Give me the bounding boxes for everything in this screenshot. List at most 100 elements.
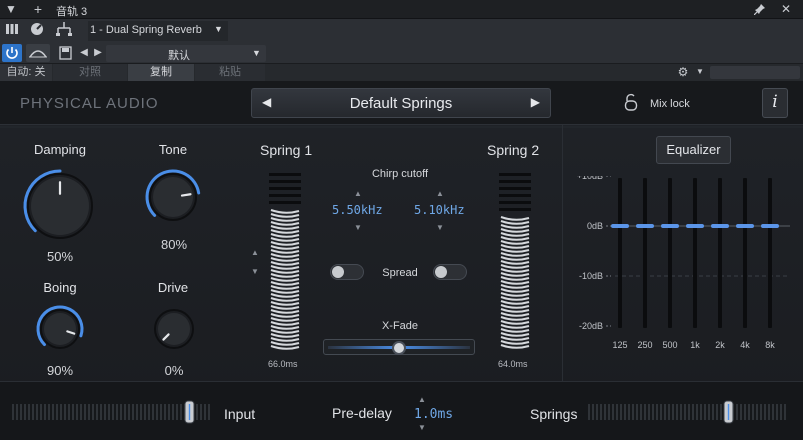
tone-value: 80% xyxy=(160,237,188,252)
drive-value: 0% xyxy=(164,363,184,378)
divider xyxy=(0,126,803,128)
chevron-down-icon: ▼ xyxy=(214,24,223,34)
eq-band-handle xyxy=(686,224,704,228)
bottom-bar: Input Pre-delay ▲ 1.0ms ▼ Springs xyxy=(0,381,803,440)
eq-band-label: 2k xyxy=(715,340,725,350)
equalizer-button[interactable]: Equalizer xyxy=(656,136,731,164)
db-tick-label: -20dB xyxy=(579,321,603,331)
xfade-label: X-Fade xyxy=(381,320,419,332)
next-preset-icon[interactable]: ▶ xyxy=(92,43,104,62)
chevron-down-icon: ▼ xyxy=(252,48,261,58)
toggle-knob xyxy=(332,266,344,278)
chirp2-value[interactable]: 5.10kHz xyxy=(414,203,465,217)
tone-knob[interactable] xyxy=(143,167,203,227)
eq-band-label: 125 xyxy=(612,340,627,350)
eq-band-label: 250 xyxy=(637,340,652,350)
auto-label: 自动: 关 xyxy=(6,66,46,78)
equalizer-label: Equalizer xyxy=(666,142,721,157)
spring1-down-arrow-icon[interactable]: ▼ xyxy=(251,267,259,276)
dial-icon[interactable] xyxy=(29,22,45,42)
auto-button[interactable]: 自动: 关 xyxy=(0,64,52,82)
damping-knob[interactable] xyxy=(20,166,100,246)
collapse-arrow-icon[interactable]: ▼ xyxy=(4,0,18,19)
chirp1-value[interactable]: 5.50kHz xyxy=(332,203,383,217)
paste-button[interactable]: 粘贴 xyxy=(195,64,265,82)
spring2-coil[interactable] xyxy=(498,173,532,353)
host-plugin-row: 1 - Dual Spring Reverb ▼ xyxy=(0,19,803,43)
lock-icon[interactable] xyxy=(624,93,638,116)
drive-knob[interactable] xyxy=(148,303,200,355)
bypass-curve-button[interactable] xyxy=(26,44,50,62)
spread-label: Spread xyxy=(382,267,418,279)
eq-band-label: 4k xyxy=(740,340,750,350)
preset-selector[interactable]: 默认 ▼ xyxy=(106,45,266,62)
spring1-up-arrow-icon[interactable]: ▲ xyxy=(251,248,259,257)
eq-band-track xyxy=(768,178,772,328)
save-preset-button[interactable] xyxy=(56,44,76,62)
boing-knob[interactable] xyxy=(34,303,86,355)
next-preset-arrow-icon[interactable]: ▶ xyxy=(531,95,540,109)
close-icon[interactable]: ✕ xyxy=(778,0,794,19)
eq-band-track xyxy=(668,178,672,328)
preset-name[interactable]: Default Springs xyxy=(252,95,550,112)
compare-label: 对照 xyxy=(79,66,101,78)
chirp2-up-arrow-icon[interactable]: ▲ xyxy=(436,189,444,198)
info-label: i xyxy=(772,92,778,112)
chirp-cutoff-label: Chirp cutoff xyxy=(371,168,429,180)
pin-icon[interactable] xyxy=(752,0,768,21)
info-button[interactable]: i xyxy=(762,88,788,118)
xfade-handle[interactable] xyxy=(392,341,406,355)
eq-band-label: 1k xyxy=(690,340,700,350)
rack-icon[interactable] xyxy=(4,22,20,41)
chirp1-up-arrow-icon[interactable]: ▲ xyxy=(354,189,362,198)
db-tick-label: 0dB xyxy=(587,221,603,231)
routing-icon[interactable] xyxy=(54,21,74,43)
host-action-row: 自动: 关 对照 复制 粘贴 ⚙ ▼ xyxy=(0,63,803,82)
add-track-icon[interactable]: + xyxy=(30,0,46,19)
predelay-value[interactable]: 1.0ms xyxy=(414,407,453,422)
xfade-slider[interactable] xyxy=(323,339,475,355)
eq-band-label: 500 xyxy=(662,340,677,350)
host-header: ▼ + 音轨 3 ✕ 1 - Dual Spring Reverb ▼ ◀ ▶ … xyxy=(0,0,803,82)
divider xyxy=(562,125,563,381)
host-slot[interactable] xyxy=(710,66,800,79)
equalizer-graph: +10dB 0dB -10dB -20dB 125 250 500 1k 2k 4k 8k xyxy=(577,176,790,350)
predelay-up-arrow-icon[interactable]: ▲ xyxy=(418,395,426,404)
eq-band-handle xyxy=(761,224,779,228)
spread-toggle-right[interactable] xyxy=(433,264,467,280)
gear-icon[interactable]: ⚙ xyxy=(676,63,690,81)
eq-band-track xyxy=(693,178,697,328)
prev-preset-icon[interactable]: ◀ xyxy=(78,43,90,62)
input-label: Input xyxy=(224,406,256,422)
track-title: 音轨 3 xyxy=(56,6,88,18)
copy-button[interactable]: 复制 xyxy=(128,64,194,82)
spring2-length: 64.0ms xyxy=(498,359,528,369)
brand-logo: PHYSICAL AUDIO xyxy=(20,95,159,112)
predelay-down-arrow-icon[interactable]: ▼ xyxy=(418,423,426,432)
spring1-label: Spring 1 xyxy=(260,142,313,158)
boing-value: 90% xyxy=(46,363,74,378)
eq-band-handle xyxy=(711,224,729,228)
eq-band-track xyxy=(643,178,647,328)
chirp2-down-arrow-icon[interactable]: ▼ xyxy=(436,223,444,232)
plugin-selector[interactable]: 1 - Dual Spring Reverb ▼ xyxy=(88,21,228,41)
springs-meter xyxy=(588,400,786,424)
gear-menu-chevron-icon[interactable]: ▼ xyxy=(694,63,706,81)
spring1-coil[interactable] xyxy=(268,173,302,353)
power-button[interactable] xyxy=(2,44,22,62)
tone-label: Tone xyxy=(158,142,188,157)
db-tick-label: +10dB xyxy=(577,176,603,181)
predelay-label: Pre-delay xyxy=(332,405,392,421)
damping-value: 50% xyxy=(46,249,74,264)
toggle-knob xyxy=(435,266,447,278)
db-tick-label: -10dB xyxy=(579,271,603,281)
springs-output-label: Springs xyxy=(530,406,578,422)
input-meter xyxy=(12,400,210,424)
chirp1-down-arrow-icon[interactable]: ▼ xyxy=(354,223,362,232)
compare-button[interactable]: 对照 xyxy=(53,64,127,82)
copy-label: 复制 xyxy=(150,66,172,78)
plugin-top-strip: PHYSICAL AUDIO ◀ Default Springs ▶ Mix l… xyxy=(0,81,803,125)
plugin-selector-label: 1 - Dual Spring Reverb xyxy=(90,24,202,36)
spring2-label: Spring 2 xyxy=(487,142,540,158)
spread-toggle-left[interactable] xyxy=(330,264,364,280)
